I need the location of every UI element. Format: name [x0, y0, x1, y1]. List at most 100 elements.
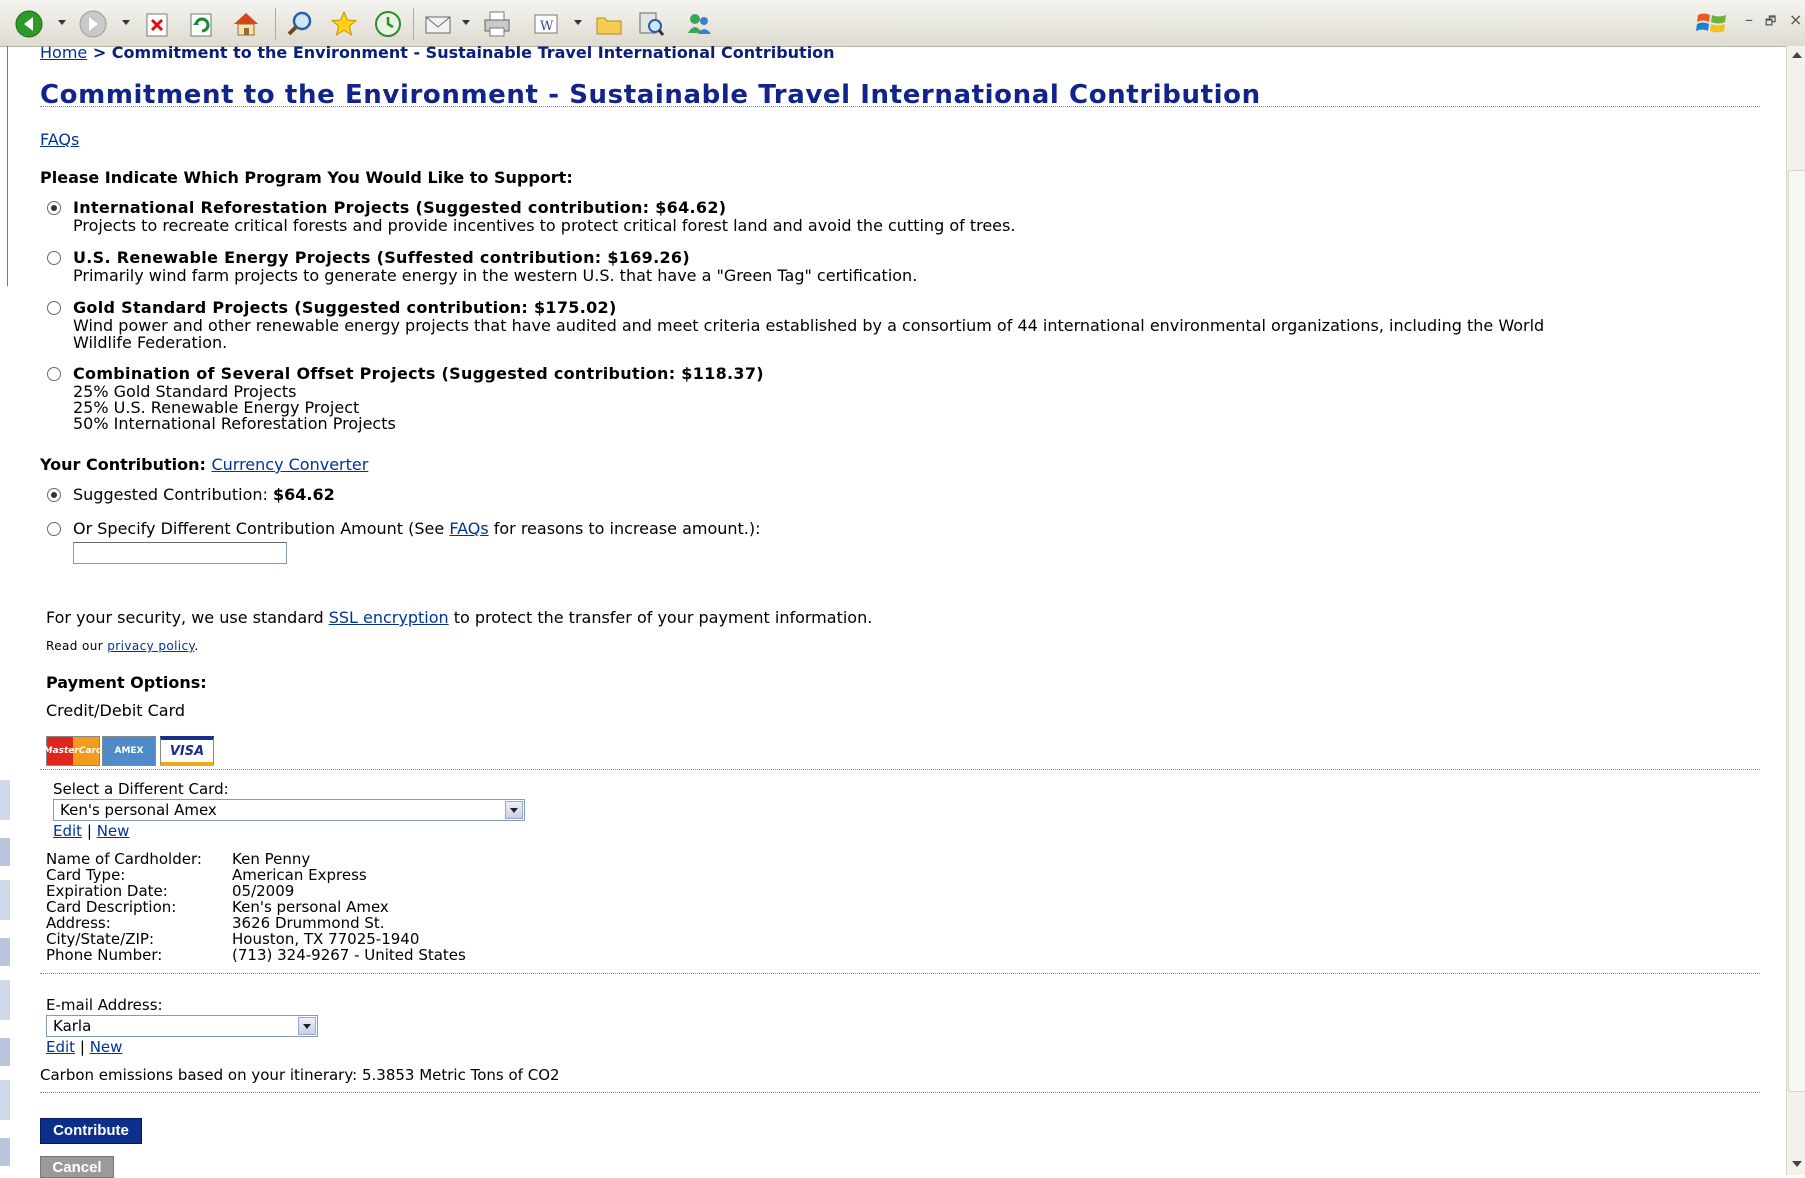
phone-number: (713) 324-9267 - United States — [232, 946, 466, 964]
email-select-value: Karla — [53, 1017, 92, 1035]
contribution-amount-input[interactable] — [73, 542, 287, 564]
program-radio-renewable[interactable] — [47, 251, 61, 265]
card-select-value: Ken's personal Amex — [60, 801, 217, 819]
home-icon[interactable] — [231, 9, 261, 39]
address: 3626 Drummond St. — [232, 914, 385, 932]
program-title-reforestation: International Reforestation Projects (Su… — [73, 198, 727, 217]
program-radio-combination[interactable] — [47, 367, 61, 381]
select-card-label: Select a Different Card: — [53, 780, 229, 798]
city-state-zip: Houston, TX 77025-1940 — [232, 930, 420, 948]
detail-label: Phone Number: — [46, 946, 163, 964]
breadcrumb: Home > Commitment to the Environment - S… — [40, 43, 835, 62]
history-icon[interactable] — [373, 9, 403, 39]
favorites-icon[interactable] — [329, 9, 359, 39]
detail-label: Address: — [46, 914, 111, 932]
card-new-link[interactable]: New — [97, 822, 130, 840]
email-select[interactable]: Karla — [46, 1015, 318, 1037]
suggested-contribution-label: Suggested Contribution: — [73, 485, 273, 504]
back-icon[interactable] — [14, 9, 44, 39]
detail-label: Name of Cardholder: — [46, 850, 202, 868]
breadcrumb-current: Commitment to the Environment - Sustaina… — [111, 43, 835, 62]
scroll-down-arrow-icon[interactable] — [1792, 1161, 1802, 1167]
expiration-date: 05/2009 — [232, 882, 295, 900]
back-dropdown[interactable] — [58, 20, 66, 25]
payment-method: Credit/Debit Card — [46, 701, 186, 720]
program-desc-gold-standard-line2: Wildlife Federation. — [73, 333, 228, 352]
specify-contribution-radio[interactable] — [47, 522, 61, 536]
security-prefix: For your security, we use standard — [46, 608, 329, 627]
card-details-values: Ken Penny American Express 05/2009 Ken's… — [232, 851, 466, 963]
program-title-gold-standard: Gold Standard Projects (Suggested contri… — [73, 298, 617, 317]
email-edit-link[interactable]: Edit — [46, 1038, 75, 1056]
ssl-encryption-link[interactable]: SSL encryption — [329, 608, 449, 627]
program-desc-gold-standard-line1: Wind power and other renewable energy pr… — [73, 316, 1545, 335]
research-icon[interactable] — [636, 9, 666, 39]
print-icon[interactable] — [482, 9, 512, 39]
specify-faqs-link[interactable]: FAQs — [449, 519, 488, 538]
program-desc-renewable: Primarily wind farm projects to generate… — [73, 266, 918, 285]
refresh-icon[interactable] — [187, 9, 217, 39]
vertical-scrollbar[interactable] — [1786, 46, 1805, 1175]
windows-logo-icon — [1695, 7, 1729, 39]
page-content: Home > Commitment to the Environment - S… — [0, 43, 1786, 1178]
search-icon[interactable] — [285, 9, 315, 39]
forward-icon[interactable] — [78, 9, 108, 39]
program-desc-combination-line3: 50% International Reforestation Projects — [73, 414, 396, 433]
restore-icon[interactable]: 🗗 — [1765, 12, 1776, 33]
chevron-down-icon[interactable] — [505, 801, 523, 819]
carbon-divider — [40, 1092, 1760, 1093]
privacy-prefix: Read our — [46, 639, 108, 653]
program-title-combination: Combination of Several Offset Projects (… — [73, 364, 764, 383]
security-text: For your security, we use standard SSL e… — [46, 608, 872, 627]
program-radio-gold-standard[interactable] — [47, 301, 61, 315]
email-label: E-mail Address: — [46, 996, 163, 1014]
detail-label: Card Description: — [46, 898, 177, 916]
edit-dropdown[interactable] — [574, 20, 582, 25]
cardholder-name: Ken Penny — [232, 850, 311, 868]
program-heading: Please Indicate Which Program You Would … — [40, 168, 573, 187]
suggested-contribution-radio[interactable] — [47, 488, 61, 502]
title-divider — [40, 106, 1760, 107]
payment-divider — [40, 769, 1760, 770]
suggested-contribution-amount: $64.62 — [272, 485, 335, 504]
svg-text:W: W — [540, 19, 554, 34]
close-icon[interactable]: × — [1789, 10, 1802, 29]
card-details-divider — [40, 973, 1760, 974]
program-title-renewable: U.S. Renewable Energy Projects (Suffeste… — [73, 248, 690, 267]
contribute-button[interactable]: Contribute — [40, 1118, 142, 1144]
messenger-icon[interactable] — [684, 9, 714, 39]
email-actions-divider: | — [79, 1038, 85, 1056]
chevron-down-icon[interactable] — [298, 1017, 316, 1035]
forward-dropdown[interactable] — [122, 20, 130, 25]
scroll-thumb[interactable] — [1788, 170, 1805, 1092]
currency-converter-link[interactable]: Currency Converter — [211, 455, 368, 474]
breadcrumb-home-link[interactable]: Home — [40, 43, 87, 62]
detail-label: City/State/ZIP: — [46, 930, 155, 948]
specify-prefix: Or Specify Different Contribution Amount… — [73, 519, 450, 538]
mail-dropdown[interactable] — [462, 20, 470, 25]
detail-label: Card Type: — [46, 866, 126, 884]
program-radio-reforestation[interactable] — [47, 201, 61, 215]
edit-icon[interactable]: W — [531, 9, 561, 39]
card-edit-link[interactable]: Edit — [53, 822, 82, 840]
specify-contribution-text: Or Specify Different Contribution Amount… — [73, 519, 761, 538]
toolbar-separator — [413, 8, 414, 40]
faqs-link[interactable]: FAQs — [40, 130, 79, 149]
contribution-label: Your Contribution: — [40, 455, 206, 474]
scroll-up-arrow-icon[interactable] — [1792, 52, 1802, 58]
mail-icon[interactable] — [423, 9, 453, 39]
card-select[interactable]: Ken's personal Amex — [53, 799, 525, 821]
browser-toolbar: W – 🗗 × — [0, 0, 1805, 47]
card-type: American Express — [232, 866, 367, 884]
email-new-link[interactable]: New — [90, 1038, 123, 1056]
privacy-suffix: . — [194, 639, 199, 653]
visa-logo: VISA — [160, 736, 214, 766]
carbon-emissions-text: Carbon emissions based on your itinerary… — [40, 1066, 560, 1084]
email-actions: Edit | New — [46, 1038, 122, 1056]
stop-icon[interactable] — [143, 9, 173, 39]
program-desc-reforestation: Projects to recreate critical forests an… — [73, 216, 1016, 235]
folder-icon[interactable] — [594, 9, 624, 39]
privacy-policy-link[interactable]: privacy policy — [107, 639, 194, 653]
minimize-icon[interactable]: – — [1745, 10, 1753, 29]
card-description: Ken's personal Amex — [232, 898, 389, 916]
